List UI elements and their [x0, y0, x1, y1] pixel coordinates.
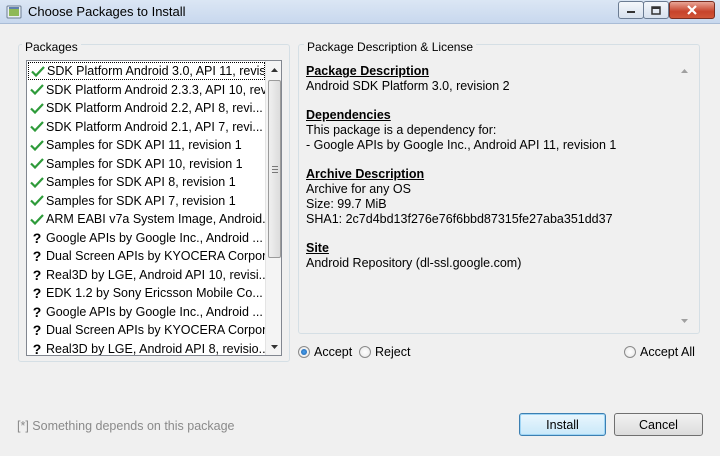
package-list-item-label: SDK Platform Android 2.2, API 8, revi... — [46, 101, 263, 115]
package-list-item-label: SDK Platform Android 2.1, API 7, revi... — [46, 119, 263, 134]
package-list-item-label: EDK 1.2 by Sony Ericsson Mobile Co... — [46, 286, 263, 300]
package-list-item[interactable]: ? Google APIs by Google Inc., Android ... — [28, 303, 265, 321]
question-mark-icon: ? — [32, 340, 42, 356]
checkmark-icon — [28, 213, 46, 225]
archive-size-text: Size: 99.7 MiB — [306, 197, 387, 211]
package-list-item-label: Google APIs by Google Inc., Android ... — [46, 304, 263, 319]
package-list-item[interactable]: SDK Platform Android 3.0, API 11, revis.… — [28, 62, 265, 80]
title-bar[interactable]: Choose Packages to Install — [0, 0, 720, 24]
window-title: Choose Packages to Install — [28, 4, 186, 19]
scroll-up-icon — [271, 67, 278, 72]
checkmark-icon — [28, 158, 46, 169]
checkmark-icon — [29, 65, 47, 77]
package-list-item[interactable]: ? EDK 1.2 by Sony Ericsson Mobile Co... — [28, 284, 265, 302]
site-text: Android Repository (dl-ssl.google.com) — [306, 256, 522, 270]
question-mark-icon: ? — [32, 303, 42, 320]
site-heading: Site — [306, 241, 329, 255]
archive-description-heading: Archive Description — [306, 167, 425, 181]
package-description-text: Android SDK Platform 3.0, revision 2 — [306, 79, 510, 93]
package-list-item[interactable]: SDK Platform Android 2.2, API 8, revi... — [28, 99, 265, 117]
dependencies-text-1: This package is a dependency for: — [306, 123, 497, 137]
reject-label[interactable]: Reject — [375, 345, 410, 359]
install-button[interactable]: Install — [519, 413, 606, 436]
reject-radio[interactable] — [359, 346, 371, 358]
package-list-item[interactable]: SDK Platform Android 2.1, API 7, revi... — [28, 118, 265, 136]
package-list-item[interactable]: ? Google APIs by Google Inc., Android ... — [28, 229, 265, 247]
package-description-heading: Package Description — [306, 64, 429, 78]
package-list-item[interactable]: Samples for SDK API 11, revision 1 — [28, 136, 265, 154]
dialog-body: Packages SDK Platform Android 3.0, API 1… — [0, 24, 720, 456]
accept-all-label[interactable]: Accept All — [640, 345, 695, 359]
dependencies-text-2: - Google APIs by Google Inc., Android AP… — [306, 138, 617, 152]
package-list-item-label: ARM EABI v7a System Image, Android... — [46, 212, 265, 226]
package-list[interactable]: SDK Platform Android 3.0, API 11, revis.… — [26, 60, 282, 356]
checkmark-icon — [28, 102, 46, 114]
checkmark-icon — [28, 139, 46, 151]
accept-label[interactable]: Accept — [314, 345, 352, 359]
scroll-down-icon — [271, 344, 278, 349]
package-list-item[interactable]: ? Real3D by LGE, Android API 10, revisi..… — [28, 266, 265, 284]
checkmark-icon — [28, 176, 46, 188]
android-sdk-icon — [6, 5, 22, 19]
minimize-button[interactable] — [618, 1, 644, 19]
package-list-item[interactable]: ARM EABI v7a System Image, Android... — [28, 210, 265, 228]
question-mark-icon: ? — [32, 248, 42, 264]
question-mark-icon: ? — [32, 322, 42, 338]
close-icon — [687, 5, 697, 15]
package-list-item-label: Real3D by LGE, Android API 8, revisio... — [46, 341, 265, 356]
scroll-up-icon — [681, 69, 688, 73]
package-list-item[interactable]: ? Dual Screen APIs by KYOCERA Corpor... — [28, 321, 265, 339]
checkmark-icon — [28, 121, 46, 132]
package-list-item-label: Google APIs by Google Inc., Android ... — [46, 230, 263, 245]
package-list-item[interactable]: ? Real3D by LGE, Android API 8, revisio..… — [28, 340, 265, 356]
package-list-item-label: Real3D by LGE, Android API 10, revisi... — [46, 267, 265, 282]
archive-sha1-text: SHA1: 2c7d4bd13f276e76f6bbd87315fe27aba3… — [306, 212, 613, 226]
question-mark-icon: ? — [32, 285, 42, 301]
question-mark-icon: ? — [32, 229, 42, 246]
package-list-item-label: SDK Platform Android 3.0, API 11, revis.… — [47, 64, 265, 78]
cancel-button[interactable]: Cancel — [614, 413, 703, 436]
accept-radio[interactable] — [298, 346, 310, 358]
checkmark-icon — [28, 195, 46, 206]
archive-text-1: Archive for any OS — [306, 182, 411, 196]
package-list-item-label: Samples for SDK API 11, revision 1 — [46, 138, 242, 152]
dependency-hint: [*] Something depends on this package — [17, 419, 235, 433]
package-list-item-label: Samples for SDK API 10, revision 1 — [46, 156, 243, 171]
package-list-item-label: Dual Screen APIs by KYOCERA Corpor... — [46, 249, 265, 263]
scroll-up-button[interactable] — [266, 61, 281, 78]
maximize-icon — [651, 5, 661, 15]
package-list-item[interactable]: ? Dual Screen APIs by KYOCERA Corpor... — [28, 247, 265, 265]
scroll-down-icon — [681, 319, 688, 323]
minimize-icon — [627, 11, 635, 13]
package-list-item[interactable]: Samples for SDK API 10, revision 1 — [28, 155, 265, 173]
package-list-item-label: Samples for SDK API 7, revision 1 — [46, 193, 236, 208]
description-scrollbar[interactable] — [676, 61, 693, 329]
package-list-item[interactable]: SDK Platform Android 2.3.3, API 10, rev.… — [28, 81, 265, 99]
package-list-scroll-thumb[interactable] — [268, 80, 281, 258]
description-group-label: Package Description & License — [304, 40, 477, 54]
packages-group-label: Packages — [22, 40, 81, 54]
package-list-item-label: SDK Platform Android 2.3.3, API 10, rev.… — [46, 82, 265, 97]
package-list-scrollbar[interactable] — [265, 61, 281, 355]
close-button[interactable] — [669, 1, 715, 19]
accept-all-radio[interactable] — [624, 346, 636, 358]
package-list-item[interactable]: Samples for SDK API 8, revision 1 — [28, 173, 265, 191]
dependencies-heading: Dependencies — [306, 108, 391, 122]
description-panel: Package Description Android SDK Platform… — [303, 61, 695, 329]
scroll-down-button[interactable] — [266, 338, 281, 355]
package-list-item-label: Dual Screen APIs by KYOCERA Corpor... — [46, 323, 265, 337]
package-list-item-label: Samples for SDK API 8, revision 1 — [46, 175, 236, 189]
package-list-item[interactable]: Samples for SDK API 7, revision 1 — [28, 192, 265, 210]
checkmark-icon — [28, 84, 46, 95]
question-mark-icon: ? — [32, 266, 42, 283]
maximize-button[interactable] — [643, 1, 669, 19]
